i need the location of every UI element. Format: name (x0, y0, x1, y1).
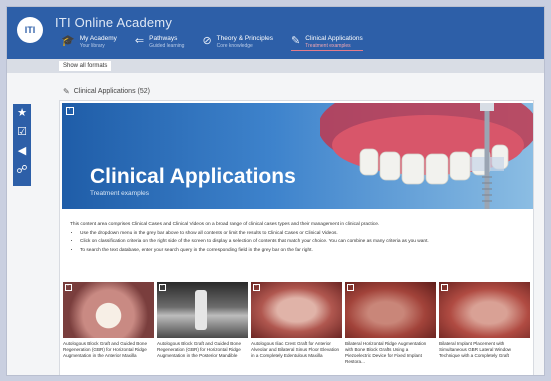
nav-pathways[interactable]: ⇐ Pathways Guided learning (135, 35, 185, 51)
case-image: ⌜ (157, 282, 248, 338)
case-image: ⌜ (63, 282, 154, 338)
case-image: ⌜ (439, 282, 530, 338)
expand-icon[interactable]: ⌜ (66, 107, 74, 115)
case-image: ⌜ (251, 282, 342, 338)
nav-clinical-applications[interactable]: ✎ Clinical Applications Treatment example… (291, 35, 363, 51)
nav-label: Clinical Applications (305, 35, 363, 42)
instrument-icon: ✎ (291, 35, 301, 47)
description-block: This content area comprises Clinical Cas… (70, 221, 525, 255)
case-image: ⌜ (345, 282, 436, 338)
case-caption: Bilateral Horizontal Ridge Augmentation … (345, 341, 427, 364)
case-card[interactable]: ⌜ Autologous Block Graft and Guided Bone… (157, 282, 248, 375)
dental-implant-illustration (320, 103, 533, 209)
checklist-icon[interactable]: ☑ (17, 126, 27, 139)
case-caption: Autologous Block Graft and Guided Bone R… (63, 341, 148, 358)
pathway-arrows-icon: ⇐ (134, 35, 145, 47)
banner-subtitle: Treatment examples (90, 190, 150, 197)
graduation-cap-icon: 🎓 (61, 35, 75, 47)
main-nav: 🎓 My Academy Your library ⇐ Pathways Guide… (61, 35, 363, 51)
star-icon[interactable]: ★ (17, 107, 27, 120)
banner-title: Clinical Applications (90, 165, 296, 188)
app-window: ITI ITI Online Academy 🎓 My Academy Your … (6, 6, 545, 376)
show-all-formats-dropdown[interactable]: Show all formats (59, 61, 112, 71)
breadcrumb-label: Clinical Applications (52) (73, 88, 150, 95)
clinical-applications-banner: ⌜ Clinical Applications Treatment exampl… (62, 103, 533, 209)
expand-icon[interactable]: ⌜ (253, 284, 260, 291)
nav-my-academy[interactable]: 🎓 My Academy Your library (61, 35, 117, 51)
network-icon[interactable]: ☍ (16, 164, 27, 177)
nav-label: Pathways (149, 35, 178, 42)
clipboard-icon: ⊘ (202, 35, 212, 47)
expand-icon[interactable]: ⌜ (159, 284, 166, 291)
list-item: Use the dropdown menu in the grey bar ab… (80, 230, 525, 237)
case-thumbnails: ⌜ Autologous Block Graft and Guided Bone… (63, 282, 532, 375)
implant-xray-shape (195, 290, 207, 330)
megaphone-icon[interactable]: ◀ (18, 145, 26, 158)
nav-label: Theory & Principles (216, 35, 274, 42)
breadcrumb: ✎ Clinical Applications (52) (63, 87, 150, 96)
case-caption: Autologous Iliac Crest Graft for Anterio… (251, 341, 340, 358)
app-title: ITI Online Academy (55, 15, 173, 30)
nav-sublabel: Core knowledge (216, 43, 253, 49)
case-card[interactable]: ⌜ Autologous Block Graft and Guided Bone… (63, 282, 154, 375)
list-item: To search the text database, enter your … (80, 247, 525, 254)
description-intro: This content area comprises Clinical Cas… (70, 222, 380, 227)
top-navigation-bar: ITI ITI Online Academy 🎓 My Academy Your … (7, 7, 544, 59)
expand-icon[interactable]: ⌜ (347, 284, 354, 291)
case-card[interactable]: ⌜ Autologous Iliac Crest Graft for Anter… (251, 282, 342, 375)
nav-label: My Academy (79, 35, 117, 42)
nav-theory-principles[interactable]: ⊘ Theory & Principles Core knowledge (202, 35, 273, 51)
expand-icon[interactable]: ⌜ (65, 284, 72, 291)
expand-icon[interactable]: ⌜ (441, 284, 448, 291)
case-card[interactable]: ⌜ Bilateral Horizontal Ridge Augmentatio… (345, 282, 436, 375)
list-item: Click on classification criteria on the … (80, 238, 525, 245)
case-caption: Bilateral Implant Placement with Simulta… (439, 341, 512, 358)
pencil-icon: ✎ (63, 87, 70, 96)
case-card[interactable]: ⌜ Bilateral Implant Placement with Simul… (439, 282, 530, 375)
nav-sublabel: Guided learning (149, 43, 185, 49)
case-caption: Autologous Block Graft and Guided Bone R… (157, 341, 242, 358)
content-card: ⌜ Clinical Applications Treatment exampl… (59, 100, 534, 375)
iti-logo[interactable]: ITI (17, 17, 43, 43)
nav-sublabel: Treatment examples (305, 43, 351, 49)
filter-bar: Show all formats (7, 59, 544, 73)
left-sidebar: ★ ☑ ◀ ☍ (13, 104, 31, 186)
description-bullets: Use the dropdown menu in the grey bar ab… (80, 230, 525, 254)
nav-sublabel: Your library (79, 43, 105, 49)
